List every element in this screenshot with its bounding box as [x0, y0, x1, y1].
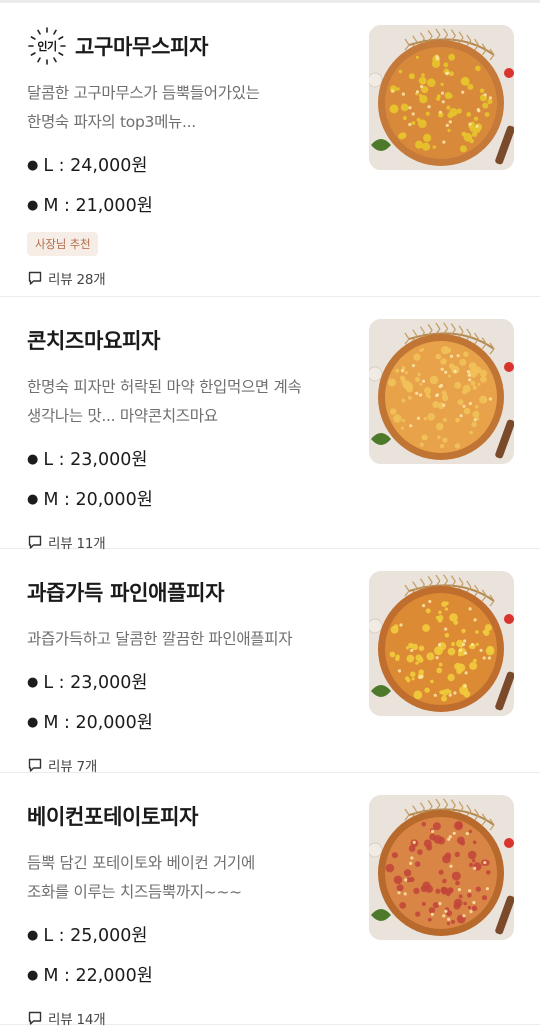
- pizza-photo: [369, 795, 514, 940]
- description-line: 조화를 이루는 치즈듬뿍까지~~~: [27, 883, 242, 901]
- owner-recommend-tag: 사장님 추천: [27, 232, 99, 256]
- review-count-text: 리뷰 14개: [48, 1012, 106, 1028]
- price-medium: ● M : 20,000원: [27, 490, 153, 510]
- speech-bubble-icon: [28, 535, 42, 549]
- menu-item-bacon-potato-pizza[interactable]: 베이컨포테이토피자 듬뿍 담긴 포테이토와 베이컨 거기에 조화를 이루는 치즈…: [0, 773, 540, 1028]
- review-count-text: 리뷰 7개: [48, 759, 98, 775]
- pizza-photo: [369, 25, 514, 170]
- description-line: 생각나는 맛... 마약콘치즈마요: [27, 407, 218, 425]
- menu-item-corn-cheese-mayo-pizza[interactable]: 콘치즈마요피자 한명숙 피자만 허락된 마약 한입먹으면 계속 생각나는 맛..…: [0, 297, 540, 552]
- description-line: 한명숙 피자만 허락된 마약 한입먹으면 계속: [27, 378, 302, 396]
- menu-description: 듬뿍 담긴 포테이토와 베이컨 거기에 조화를 이루는 치즈듬뿍까지~~~: [27, 849, 337, 907]
- price-large-text: L : 24,000원: [43, 156, 148, 176]
- price-medium-text: M : 22,000원: [43, 966, 153, 986]
- menu-item-pineapple-pizza[interactable]: 과즙가득 파인애플피자 과즙가득하고 달콤한 깔끔한 파인애플피자 ● L : 2…: [0, 549, 540, 775]
- popular-badge-label: 인기: [37, 40, 57, 53]
- speech-bubble-icon: [28, 758, 42, 772]
- price-medium: ● M : 21,000원: [27, 196, 153, 216]
- speech-bubble-icon: [28, 271, 42, 285]
- menu-title: 콘치즈마요피자: [27, 329, 161, 353]
- description-line: 한명숙 파자의 top3메뉴...: [27, 113, 196, 131]
- price-large-text: L : 25,000원: [43, 926, 148, 946]
- menu-list: 인기 고구마무스피자 달콤한 고구마무스가 듬뿍들어가있는 한명숙 파자의 to…: [0, 3, 540, 1028]
- price-medium-text: M : 21,000원: [43, 196, 153, 216]
- price-medium-text: M : 20,000원: [43, 713, 153, 733]
- popular-badge: 인기: [27, 26, 67, 66]
- menu-title: 고구마무스피자: [75, 35, 209, 59]
- menu-description: 과즙가득하고 달콤한 깔끔한 파인애플피자: [27, 625, 337, 654]
- review-count[interactable]: 리뷰 28개: [27, 266, 540, 290]
- speech-bubble-icon: [28, 1011, 42, 1025]
- review-count-text: 리뷰 28개: [48, 272, 106, 288]
- menu-description: 한명숙 피자만 허락된 마약 한입먹으면 계속 생각나는 맛... 마약콘치즈마…: [27, 373, 337, 431]
- description-line: 달콤한 고구마무스가 듬뿍들어가있는: [27, 84, 260, 102]
- price-large-text: L : 23,000원: [43, 450, 148, 470]
- price-medium: ● M : 22,000원: [27, 966, 153, 986]
- description-line: 과즙가득하고 달콤한 깔끔한 파인애플피자: [27, 630, 293, 648]
- menu-title: 베이컨포테이토피자: [27, 805, 199, 829]
- price-medium-text: M : 20,000원: [43, 490, 153, 510]
- pizza-photo: [369, 571, 514, 716]
- price-large-text: L : 23,000원: [43, 673, 148, 693]
- description-line: 듬뿍 담긴 포테이토와 베이컨 거기에: [27, 854, 255, 872]
- pizza-photo: [369, 319, 514, 464]
- menu-title: 과즙가득 파인애플피자: [27, 581, 225, 605]
- review-count[interactable]: 리뷰 14개: [27, 1006, 540, 1028]
- menu-item-sweet-potato-mousse-pizza[interactable]: 인기 고구마무스피자 달콤한 고구마무스가 듬뿍들어가있는 한명숙 파자의 to…: [0, 3, 540, 297]
- menu-description: 달콤한 고구마무스가 듬뿍들어가있는 한명숙 파자의 top3메뉴...: [27, 79, 337, 137]
